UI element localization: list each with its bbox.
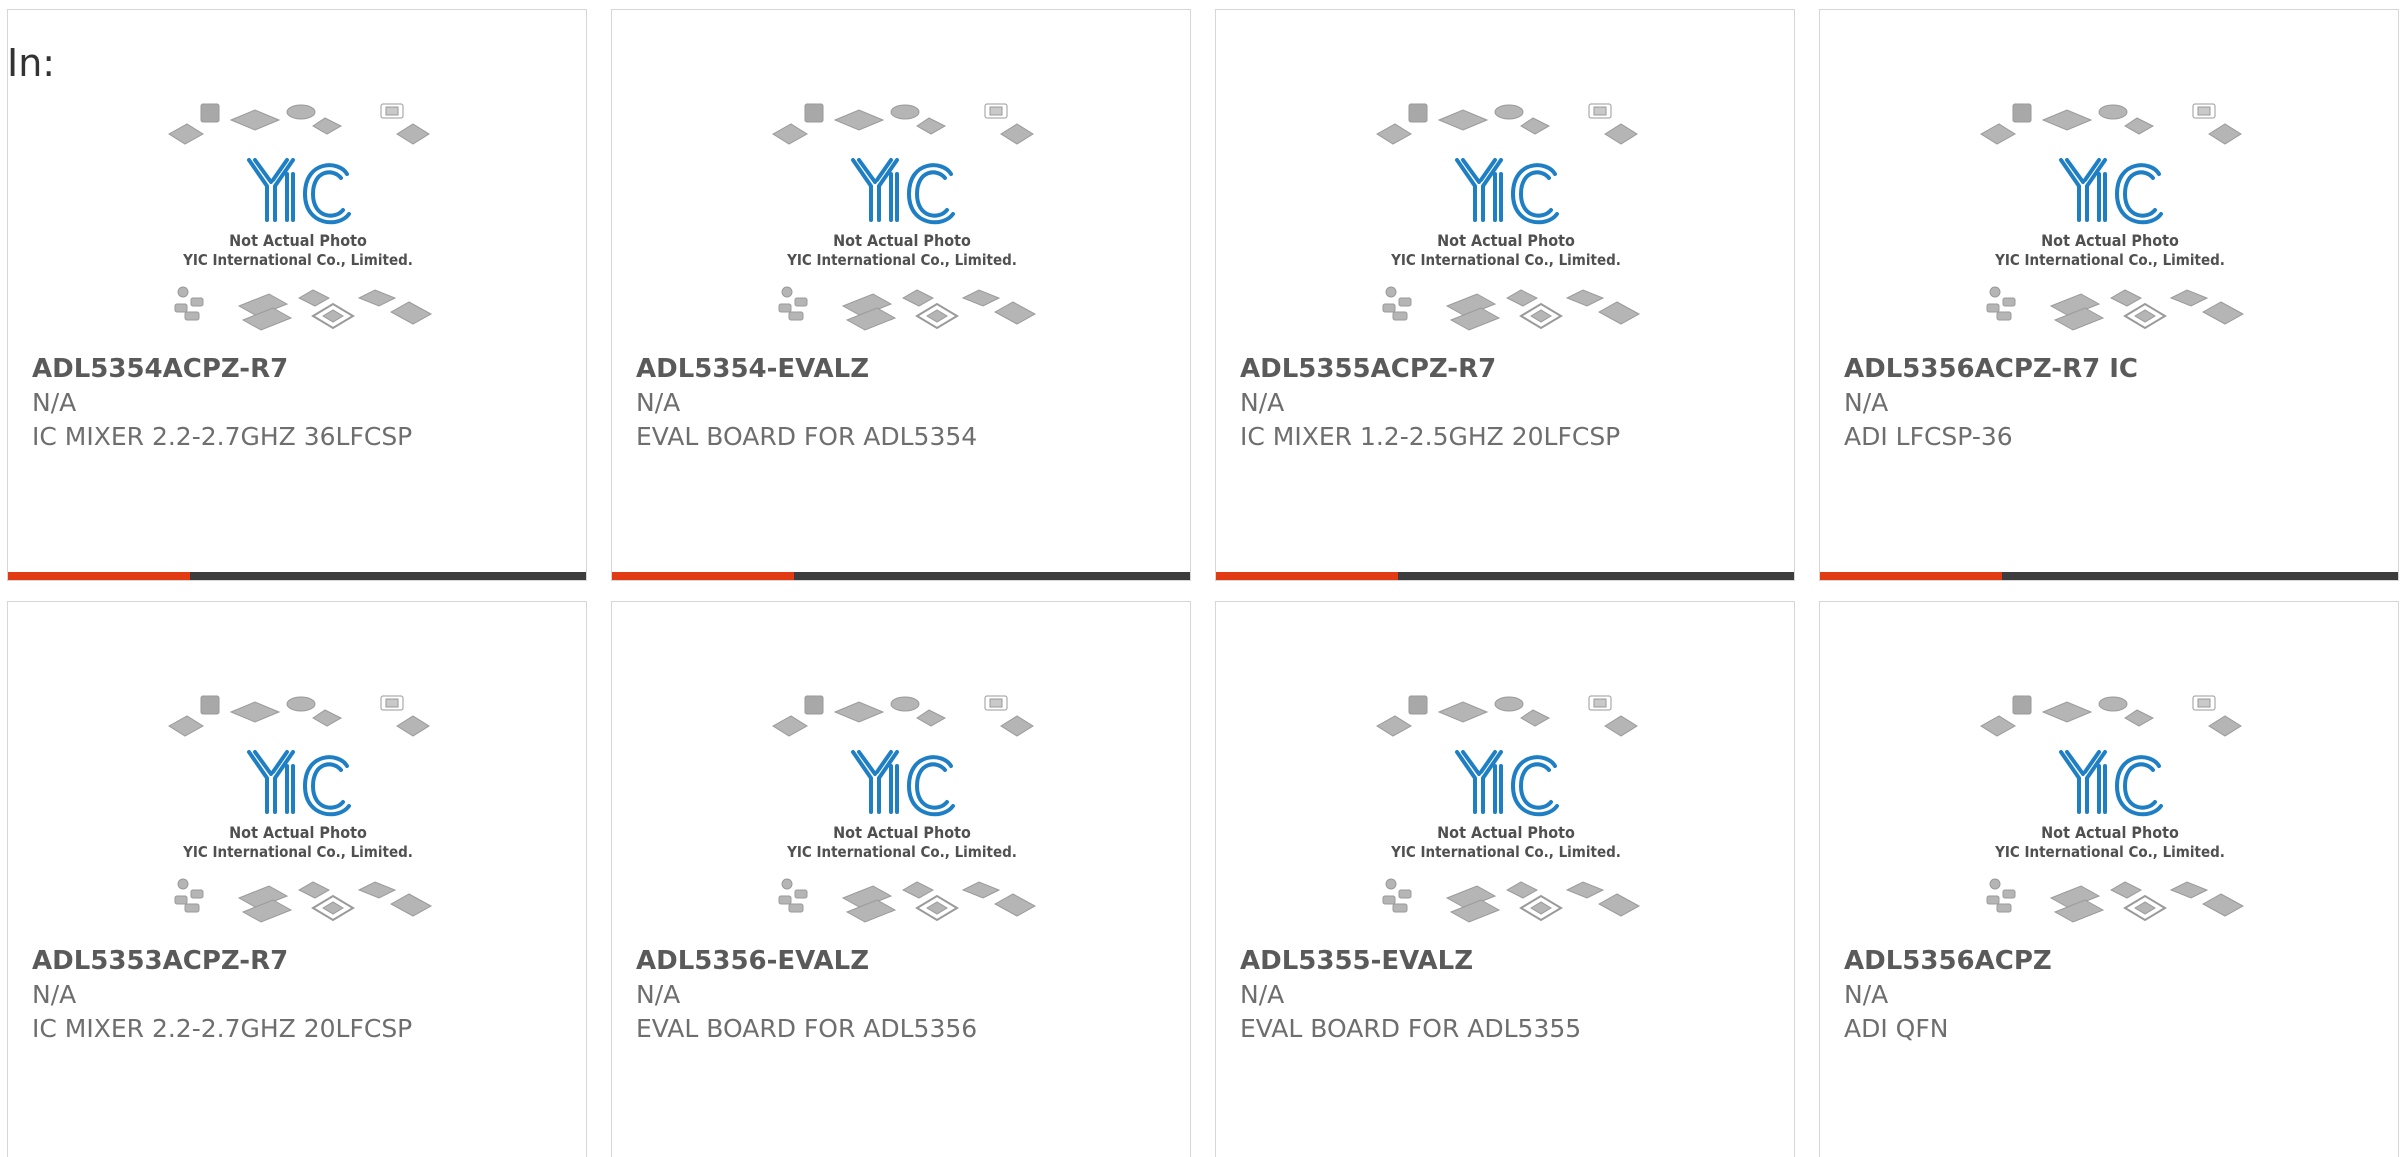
placeholder-image: Not Actual Photo YIC International Co., … [1371,690,1641,940]
yic-logo-icon [851,158,955,225]
company-name-text: YIC International Co., Limited. [786,843,1017,861]
chip-packages-bottom-icon [1986,878,2245,923]
chip-packages-top-icon [772,103,1034,145]
chip-packages-top-icon [168,103,430,145]
placeholder-image: Not Actual Photo YIC International Co., … [163,690,433,940]
company-name-text: YIC International Co., Limited. [182,843,413,861]
part-number-link[interactable]: ADL5354-EVALZ [636,352,1180,386]
yic-logo-icon [2059,158,2163,225]
product-info: ADL5353ACPZ-R7 N/A IC MIXER 2.2-2.7GHZ 2… [32,944,576,1046]
not-actual-photo-text: Not Actual Photo [229,231,367,250]
description-text: EVAL BOARD FOR ADL5354 [636,422,978,451]
part-number-link[interactable]: ADL5356-EVALZ [636,944,1180,978]
description-text: EVAL BOARD FOR ADL5355 [1240,1014,1582,1043]
description-text: IC MIXER 2.2-2.7GHZ 36LFCSP [32,422,413,451]
chip-packages-top-icon [168,695,430,737]
part-number-link[interactable]: ADL5355-EVALZ [1240,944,1784,978]
placeholder-image: Not Actual Photo YIC International Co., … [1371,98,1641,348]
description-text: IC MIXER 1.2-2.5GHZ 20LFCSP [1240,422,1621,451]
chip-packages-top-icon [772,695,1034,737]
part-number-link[interactable]: ADL5354ACPZ-R7 [32,352,576,386]
chip-packages-bottom-icon [778,286,1037,331]
not-actual-photo-text: Not Actual Photo [2041,823,2179,842]
company-name-text: YIC International Co., Limited. [1994,843,2225,861]
company-name-text: YIC International Co., Limited. [786,251,1017,269]
product-card-3[interactable]: Not Actual Photo YIC International Co., … [1215,9,1795,581]
product-card-7[interactable]: Not Actual Photo YIC International Co., … [1215,601,1795,1157]
part-number-link[interactable]: ADL5356ACPZ-R7 IC [1844,352,2388,386]
part-number-link[interactable]: ADL5355ACPZ-R7 [1240,352,1784,386]
chip-packages-top-icon [1980,695,2242,737]
product-card-6[interactable]: Not Actual Photo YIC International Co., … [611,601,1191,1157]
product-card-1[interactable]: Not Actual Photo YIC International Co., … [7,9,587,581]
yic-logo-icon [247,158,351,225]
product-info: ADL5354-EVALZ N/A EVAL BOARD FOR ADL5354 [636,352,1180,454]
description-text: ADI QFN [1844,1014,1949,1043]
part-number-link[interactable]: ADL5356ACPZ [1844,944,2388,978]
filter-label: In: [7,41,56,85]
not-actual-photo-text: Not Actual Photo [229,823,367,842]
manufacturer-text: N/A [1844,388,1889,417]
card-bottom-bar [612,572,1190,580]
company-name-text: YIC International Co., Limited. [1994,251,2225,269]
card-bottom-bar [1820,572,2398,580]
placeholder-image: Not Actual Photo YIC International Co., … [767,98,1037,348]
placeholder-image: Not Actual Photo YIC International Co., … [767,690,1037,940]
not-actual-photo-text: Not Actual Photo [2041,231,2179,250]
yic-logo-icon [1455,750,1559,817]
manufacturer-text: N/A [1240,980,1285,1009]
card-accent-bar [1820,572,2002,580]
chip-packages-top-icon [1376,103,1638,145]
chip-packages-bottom-icon [1382,286,1641,331]
product-info: ADL5354ACPZ-R7 N/A IC MIXER 2.2-2.7GHZ 3… [32,352,576,454]
description-text: IC MIXER 2.2-2.7GHZ 20LFCSP [32,1014,413,1043]
manufacturer-text: N/A [1240,388,1285,417]
part-number-link[interactable]: ADL5353ACPZ-R7 [32,944,576,978]
manufacturer-text: N/A [32,980,77,1009]
chip-packages-bottom-icon [1986,286,2245,331]
not-actual-photo-text: Not Actual Photo [833,231,971,250]
manufacturer-text: N/A [1844,980,1889,1009]
product-info: ADL5356ACPZ N/A ADI QFN [1844,944,2388,1046]
chip-packages-bottom-icon [1382,878,1641,923]
not-actual-photo-text: Not Actual Photo [1437,823,1575,842]
chip-packages-top-icon [1980,103,2242,145]
product-info: ADL5355ACPZ-R7 N/A IC MIXER 1.2-2.5GHZ 2… [1240,352,1784,454]
card-accent-bar [8,572,190,580]
manufacturer-text: N/A [636,980,681,1009]
chip-packages-bottom-icon [778,878,1037,923]
product-card-8[interactable]: Not Actual Photo YIC International Co., … [1819,601,2399,1157]
yic-logo-icon [851,750,955,817]
manufacturer-text: N/A [32,388,77,417]
placeholder-image: Not Actual Photo YIC International Co., … [1975,98,2245,348]
not-actual-photo-text: Not Actual Photo [833,823,971,842]
company-name-text: YIC International Co., Limited. [182,251,413,269]
chip-packages-top-icon [1376,695,1638,737]
not-actual-photo-text: Not Actual Photo [1437,231,1575,250]
product-info: ADL5356-EVALZ N/A EVAL BOARD FOR ADL5356 [636,944,1180,1046]
card-accent-bar [1216,572,1398,580]
placeholder-image: Not Actual Photo YIC International Co., … [1975,690,2245,940]
product-grid: Not Actual Photo YIC International Co., … [7,9,2400,1157]
card-accent-bar [612,572,794,580]
description-text: EVAL BOARD FOR ADL5356 [636,1014,978,1043]
company-name-text: YIC International Co., Limited. [1390,251,1621,269]
yic-logo-icon [1455,158,1559,225]
company-name-text: YIC International Co., Limited. [1390,843,1621,861]
product-listing-page: In: Not Actual Photo YIC International C… [0,0,2400,1157]
card-bottom-bar [8,572,586,580]
chip-packages-bottom-icon [174,286,433,331]
product-info: ADL5356ACPZ-R7 IC N/A ADI LFCSP-36 [1844,352,2388,454]
manufacturer-text: N/A [636,388,681,417]
card-bottom-bar [1216,572,1794,580]
product-card-2[interactable]: Not Actual Photo YIC International Co., … [611,9,1191,581]
product-card-4[interactable]: Not Actual Photo YIC International Co., … [1819,9,2399,581]
chip-packages-bottom-icon [174,878,433,923]
description-text: ADI LFCSP-36 [1844,422,2013,451]
placeholder-image: Not Actual Photo YIC International Co., … [163,98,433,348]
yic-logo-icon [247,750,351,817]
yic-logo-icon [2059,750,2163,817]
product-card-5[interactable]: Not Actual Photo YIC International Co., … [7,601,587,1157]
product-info: ADL5355-EVALZ N/A EVAL BOARD FOR ADL5355 [1240,944,1784,1046]
